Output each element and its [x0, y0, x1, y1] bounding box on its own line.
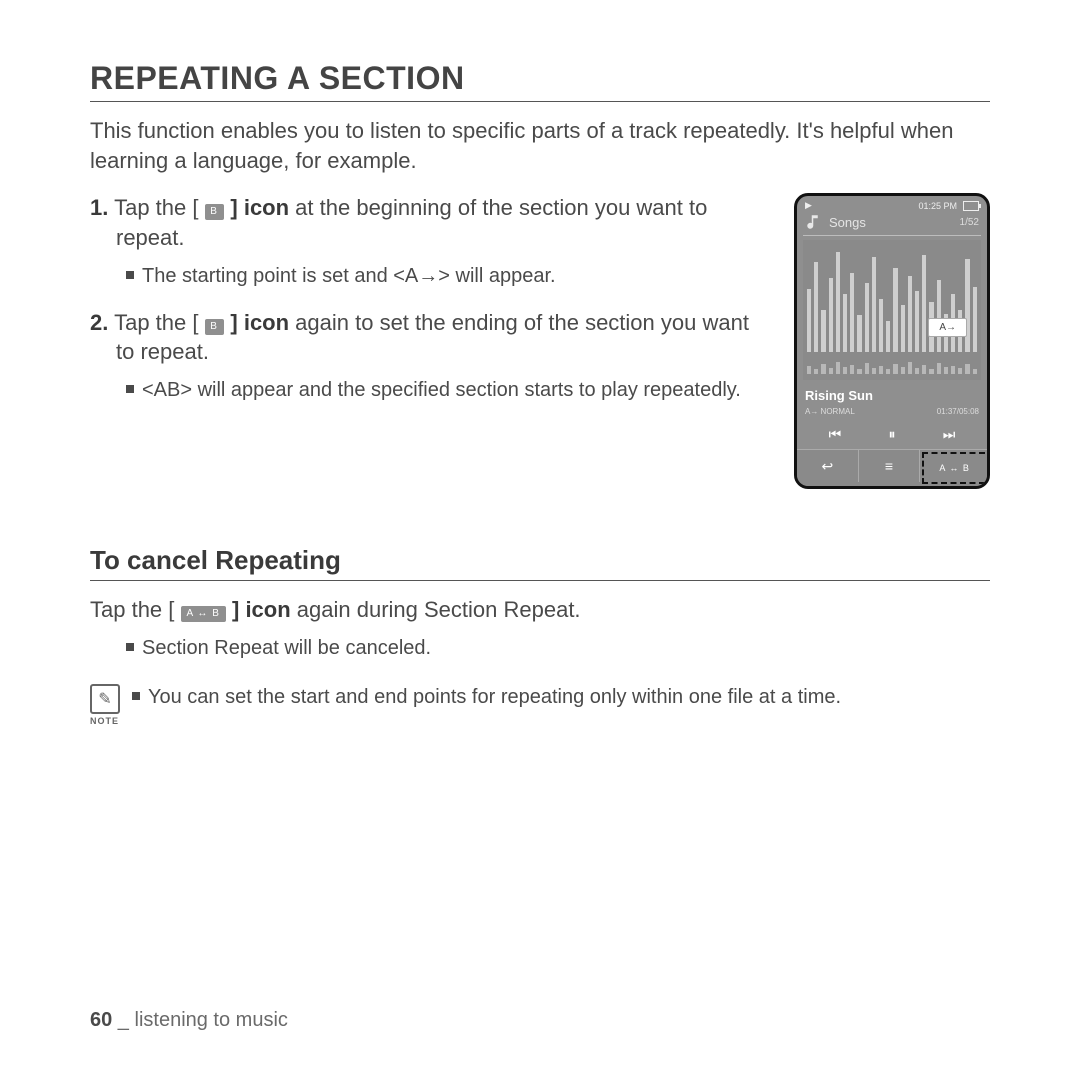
intro-text: This function enables you to listen to s…	[90, 116, 990, 175]
step-1: 1. Tap the [ A ↔ B ] icon at the beginni…	[90, 193, 766, 252]
next-track-button[interactable]: ⏭	[943, 426, 956, 443]
subheading-rule	[90, 580, 990, 581]
device-track-count: 1/52	[960, 217, 979, 228]
prev-track-button[interactable]: ⏮	[829, 426, 842, 443]
ab-repeat-icon: A ↔ B	[205, 319, 225, 335]
ab-start-marker: A→	[928, 318, 967, 337]
step-2: 2. Tap the [ A ↔ B ] icon again to set t…	[90, 308, 766, 367]
device-song-title: Rising Sun	[797, 386, 987, 405]
heading-rule	[90, 101, 990, 102]
steps-column: 1. Tap the [ A ↔ B ] icon at the beginni…	[90, 193, 766, 422]
subheading: To cancel Repeating	[90, 545, 990, 576]
device-play-mode: A→ NORMAL	[805, 407, 855, 416]
device-clock: 01:25 PM	[918, 201, 957, 211]
ab-repeat-button[interactable]: A ↔ B	[922, 452, 985, 484]
step-1-sub: The starting point is set and <A→> will …	[90, 263, 766, 290]
device-time-elapsed: 01:37/05:08	[937, 407, 979, 416]
pause-button[interactable]: ⏸	[888, 426, 895, 443]
back-button[interactable]: ↩	[797, 450, 859, 482]
device-screenshot: ▶ 01:25 PM Songs 1/52 A→ Rising Sun A→	[794, 193, 990, 489]
play-indicator-icon: ▶	[805, 200, 812, 211]
step-2-sub: <AB> will appear and the specified secti…	[90, 377, 766, 404]
note-icon: ✎ NOTE	[90, 684, 118, 726]
ab-repeat-icon: A ↔ B	[205, 204, 225, 220]
cancel-sub: Section Repeat will be canceled.	[90, 635, 990, 662]
battery-icon	[963, 201, 979, 211]
music-note-icon	[805, 213, 823, 231]
ab-repeat-icon: A ↔ B	[181, 606, 226, 622]
device-screen-title: Songs	[829, 215, 954, 230]
page-footer: 60 _ listening to music	[90, 1009, 288, 1032]
device-visualizer: A→	[803, 240, 981, 380]
cancel-step: Tap the [ A ↔ B ] icon again during Sect…	[90, 595, 990, 625]
menu-button[interactable]: ≡	[859, 450, 921, 482]
note-text: You can set the start and end points for…	[132, 684, 841, 711]
page-heading: REPEATING A SECTION	[90, 60, 990, 97]
